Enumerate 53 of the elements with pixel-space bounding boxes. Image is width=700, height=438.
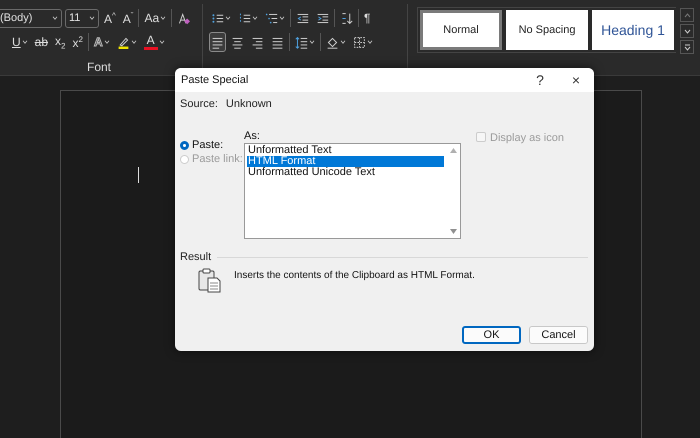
highlighter-icon xyxy=(116,36,130,48)
format-list[interactable]: Unformatted Text HTML Format Unformatted Unicode Text xyxy=(244,143,461,239)
paste-option[interactable]: Paste: xyxy=(180,139,244,151)
format-button[interactable]: U xyxy=(10,32,30,52)
toolbar-button[interactable] xyxy=(209,32,226,52)
align-right-icon xyxy=(251,36,264,48)
text-cursor xyxy=(138,167,139,183)
close-button[interactable]: × xyxy=(558,68,594,92)
decrease-indent-icon xyxy=(296,12,309,24)
style-option[interactable]: Heading 1 xyxy=(592,10,674,50)
caret-up-icon xyxy=(684,12,690,18)
group-label: Font xyxy=(86,60,112,74)
more-styles-button[interactable] xyxy=(680,40,694,54)
numbered-list-icon xyxy=(238,12,251,24)
expand-icon xyxy=(684,44,690,50)
format-button[interactable]: A xyxy=(92,32,112,52)
line-spacing-icon xyxy=(295,36,308,48)
sort-icon xyxy=(340,12,353,24)
multilevel-list-icon xyxy=(265,12,278,24)
format-button[interactable]: ¶ xyxy=(362,8,372,28)
format-button[interactable]: x$^{2}$ xyxy=(70,32,85,52)
format-button[interactable]: A$^{^}$ xyxy=(102,8,118,28)
source-label: Source: xyxy=(180,98,218,110)
justify-icon xyxy=(271,36,284,48)
style-option[interactable]: Normal xyxy=(420,10,502,50)
scroll-down-button[interactable] xyxy=(680,24,694,38)
format-button[interactable]: A xyxy=(142,32,167,52)
format-button[interactable]: Aa xyxy=(142,8,168,28)
style-option[interactable]: No Spacing xyxy=(506,10,588,50)
dialog-title: Paste Special xyxy=(181,74,250,86)
format-option[interactable]: Unformatted Unicode Text xyxy=(247,167,444,178)
borders-icon xyxy=(353,36,366,48)
align-center-icon xyxy=(231,36,244,48)
scroll-down-icon[interactable] xyxy=(450,229,456,234)
result-description: Inserts the contents of the Clipboard as HTML Format. xyxy=(234,270,475,283)
caret-down-icon xyxy=(684,28,690,34)
format-button[interactable]: A$^{ˇ}$ xyxy=(120,8,136,28)
list-label: As: xyxy=(244,130,261,142)
format-button[interactable]: ab xyxy=(32,32,50,52)
font-size-field[interactable]: 11 xyxy=(65,8,99,28)
format-option[interactable]: Unformatted Text xyxy=(247,145,444,156)
dialog-button[interactable]: Cancel xyxy=(529,326,588,344)
clipboard-icon xyxy=(198,267,222,293)
format-option[interactable]: HTML Format xyxy=(247,156,444,167)
result-label: Result xyxy=(180,251,212,263)
font-name-field[interactable]: (Body) xyxy=(0,8,62,28)
bullet-list-icon xyxy=(211,12,224,24)
increase-indent-icon xyxy=(316,12,329,24)
source-value: Unknown xyxy=(226,98,272,110)
align-left-icon xyxy=(211,36,224,48)
help-button[interactable]: ? xyxy=(522,68,558,92)
dialog-button[interactable]: OK xyxy=(462,326,521,344)
format-button[interactable]: x$_{2}$ xyxy=(53,32,68,52)
